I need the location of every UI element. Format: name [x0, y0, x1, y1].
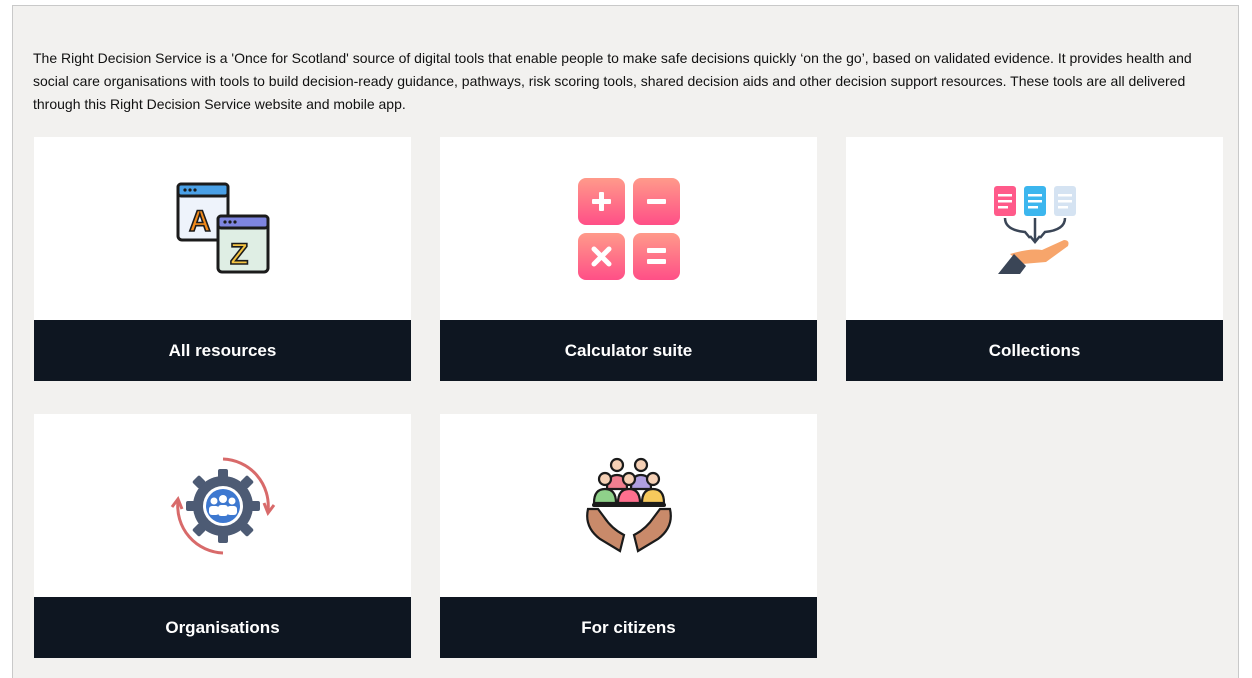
- organisations-icon: [170, 457, 275, 554]
- card-image: [440, 137, 817, 320]
- card-label: All resources: [168, 340, 277, 360]
- card-for-citizens[interactable]: For citizens: [440, 414, 817, 658]
- card-label-bar: Collections: [846, 320, 1223, 381]
- a-to-z-icon: A Z: [176, 182, 269, 273]
- card-image: A Z: [34, 137, 411, 320]
- citizens-icon: [585, 457, 672, 553]
- content-panel: The Right Decision Service is a 'Once fo…: [12, 5, 1239, 678]
- svg-text:Z: Z: [230, 238, 248, 271]
- card-image: [846, 137, 1223, 320]
- collections-icon: [993, 185, 1076, 274]
- card-image: [440, 414, 817, 597]
- card-all-resources[interactable]: A Z All resources: [34, 137, 411, 381]
- card-organisations[interactable]: Organisations: [34, 414, 411, 658]
- card-image: [34, 414, 411, 597]
- calculator-icon: [577, 177, 680, 280]
- card-calculator-suite[interactable]: Calculator suite: [440, 137, 817, 381]
- card-label: Calculator suite: [564, 340, 693, 360]
- svg-text:A: A: [189, 205, 211, 238]
- card-label-bar: Organisations: [34, 597, 411, 658]
- card-label: Organisations: [165, 617, 280, 637]
- intro-text: The Right Decision Service is a 'Once fo…: [33, 50, 1192, 112]
- card-label: For citizens: [581, 617, 676, 637]
- card-collections[interactable]: Collections: [846, 137, 1223, 381]
- card-label-bar: Calculator suite: [440, 320, 817, 381]
- card-label-bar: For citizens: [440, 597, 817, 658]
- card-label: Collections: [988, 340, 1081, 360]
- card-label-bar: All resources: [34, 320, 411, 381]
